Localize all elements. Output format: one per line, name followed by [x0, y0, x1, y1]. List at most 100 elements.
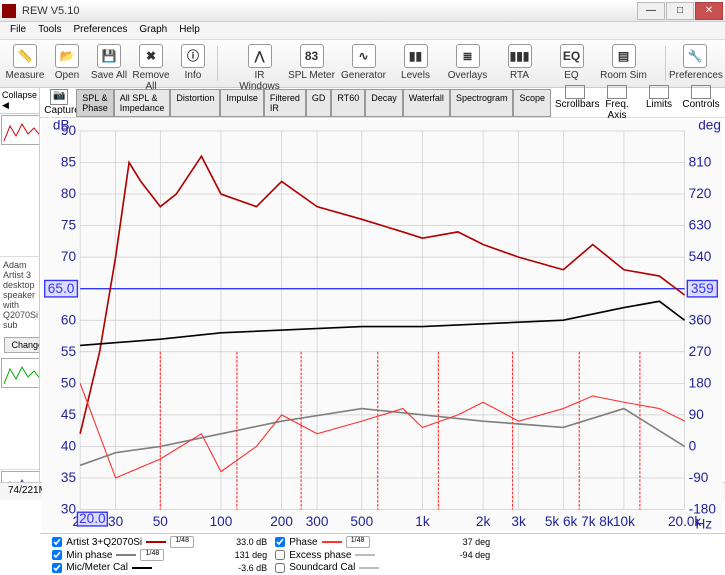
- svg-text:5k 6k 7k 8k: 5k 6k 7k 8k: [545, 514, 614, 529]
- measurement-thumb: [1, 471, 40, 482]
- svg-text:360: 360: [689, 312, 712, 327]
- measurement-thumb: [1, 358, 40, 388]
- legend-checkbox[interactable]: [275, 563, 285, 573]
- close-button[interactable]: ✕: [695, 2, 723, 20]
- svg-text:2k: 2k: [476, 514, 491, 529]
- legend-checkbox[interactable]: [52, 550, 62, 560]
- svg-text:20.0: 20.0: [79, 511, 106, 526]
- svg-text:60: 60: [61, 312, 77, 327]
- measurement-item[interactable]: REL Sub+mainsSampledata.mdat21-Jun-2008 …: [0, 470, 39, 482]
- minimize-button[interactable]: —: [637, 2, 665, 20]
- overlays-button[interactable]: ≣Overlays: [442, 42, 494, 85]
- svg-text:50: 50: [153, 514, 169, 529]
- tab-waterfall[interactable]: Waterfall: [403, 89, 450, 117]
- tab-gd[interactable]: GD: [306, 89, 332, 117]
- svg-text:85: 85: [61, 155, 77, 170]
- legend-checkbox[interactable]: [52, 537, 62, 547]
- chart-plot[interactable]: 30354045505560657075808590-180-900901802…: [42, 120, 723, 531]
- remove-all-button[interactable]: ✖Remove All: [130, 42, 172, 85]
- tab-decay[interactable]: Decay: [365, 89, 403, 117]
- svg-text:810: 810: [689, 155, 712, 170]
- chart-area: 📷Capture SPL & PhaseAll SPL & ImpedanceD…: [40, 88, 725, 482]
- svg-text:20.0k: 20.0k: [668, 514, 701, 529]
- svg-text:55: 55: [61, 344, 77, 359]
- legend-item: Excess phase -94 deg: [275, 550, 490, 561]
- save-all-button[interactable]: 💾Save All: [88, 42, 130, 85]
- svg-text:80: 80: [61, 186, 77, 201]
- measurement-item[interactable]: REL Sub, No EQSampledata.mdat21-Jun-2008…: [0, 357, 39, 470]
- legend-item: Phase 1/48 37 deg: [275, 536, 490, 548]
- tab-rt-[interactable]: RT60: [331, 89, 365, 117]
- tab-impulse[interactable]: Impulse: [220, 89, 264, 117]
- rta-button[interactable]: ▮▮▮RTA: [494, 42, 546, 85]
- svg-text:200: 200: [271, 514, 294, 529]
- smoothing-button[interactable]: 1/48: [170, 536, 194, 548]
- limits-button[interactable]: Limits: [639, 85, 679, 121]
- svg-text:70: 70: [61, 249, 77, 264]
- legend-checkbox[interactable]: [275, 550, 285, 560]
- eq-button[interactable]: EQEQ: [546, 42, 598, 85]
- svg-text:540: 540: [689, 249, 712, 264]
- ir-windows-button[interactable]: ⋀IR Windows: [234, 42, 286, 85]
- svg-text:270: 270: [689, 344, 712, 359]
- measurement-description: Adam Artist 3 desktop speaker with Q2070…: [0, 257, 39, 333]
- svg-text:1k: 1k: [416, 514, 431, 529]
- smoothing-button[interactable]: 1/48: [140, 549, 164, 561]
- measurement-thumb: [1, 115, 40, 145]
- titlebar: REW V5.10 — □ ✕: [0, 0, 725, 22]
- preferences-button[interactable]: 🔧Preferences: [669, 42, 721, 85]
- svg-text:30: 30: [108, 514, 124, 529]
- tab-all-spl-impedance[interactable]: All SPL & Impedance: [114, 89, 171, 117]
- change-cal-button[interactable]: Change Cal...: [4, 337, 40, 353]
- smoothing-button[interactable]: 1/48: [346, 536, 370, 548]
- menu-tools[interactable]: Tools: [32, 22, 67, 37]
- room-sim-button[interactable]: ▤Room Sim: [598, 42, 650, 85]
- capture-button[interactable]: 📷Capture: [44, 89, 74, 116]
- svg-text:500: 500: [351, 514, 374, 529]
- freq-axis-button[interactable]: Freq. Axis: [597, 85, 637, 121]
- window-title: REW V5.10: [22, 5, 636, 17]
- tab-spectrogram[interactable]: Spectrogram: [450, 89, 514, 117]
- svg-text:35: 35: [61, 470, 77, 485]
- open-button[interactable]: 📂Open: [46, 42, 88, 85]
- svg-text:dB: dB: [53, 120, 70, 133]
- tab-spl-phase[interactable]: SPL & Phase: [76, 89, 114, 117]
- collapse-button[interactable]: Collapse ◀: [0, 88, 39, 114]
- controls-button[interactable]: Controls: [681, 85, 721, 121]
- spl-meter-button[interactable]: 83SPL Meter: [286, 42, 338, 85]
- app-icon: [2, 4, 16, 18]
- menubar: FileToolsPreferencesGraphHelp: [0, 22, 725, 40]
- tab-filtered-ir[interactable]: Filtered IR: [264, 89, 306, 117]
- generator-button[interactable]: ∿Generator: [338, 42, 390, 85]
- svg-text:40: 40: [61, 438, 77, 453]
- svg-text:65.0: 65.0: [48, 281, 75, 296]
- legend-item: Artist 3+Q2070Si 1/48 33.0 dB: [52, 536, 267, 548]
- svg-text:deg: deg: [698, 120, 721, 133]
- info-button[interactable]: ⓘInfo: [172, 42, 214, 85]
- svg-text:720: 720: [689, 186, 712, 201]
- svg-text:100: 100: [210, 514, 233, 529]
- svg-text:10k: 10k: [613, 514, 635, 529]
- menu-preferences[interactable]: Preferences: [67, 22, 133, 37]
- tab-distortion[interactable]: Distortion: [170, 89, 220, 117]
- svg-text:300: 300: [306, 514, 329, 529]
- svg-text:359: 359: [691, 281, 714, 296]
- menu-help[interactable]: Help: [173, 22, 206, 37]
- menu-file[interactable]: File: [4, 22, 32, 37]
- legend-checkbox[interactable]: [52, 563, 62, 573]
- graph-tabs: SPL & PhaseAll SPL & ImpedanceDistortion…: [76, 89, 551, 117]
- legend-checkbox[interactable]: [275, 537, 285, 547]
- maximize-button[interactable]: □: [666, 2, 694, 20]
- svg-text:75: 75: [61, 218, 77, 233]
- svg-text:90: 90: [689, 407, 705, 422]
- legend-item: Min phase 1/48 131 deg: [52, 549, 267, 561]
- svg-text:-90: -90: [689, 470, 709, 485]
- scrollbars-button[interactable]: Scrollbars: [555, 85, 595, 121]
- legend-item: Mic/Meter Cal -3.6 dB: [52, 562, 267, 573]
- menu-graph[interactable]: Graph: [133, 22, 173, 37]
- measure-button[interactable]: 📏Measure: [4, 42, 46, 85]
- svg-text:50: 50: [61, 375, 77, 390]
- tab-scope[interactable]: Scope: [513, 89, 551, 117]
- levels-button[interactable]: ▮▮Levels: [390, 42, 442, 85]
- measurement-item[interactable]: Artist 3+Q2070SiSampledata.mdat05-May-20…: [0, 114, 39, 257]
